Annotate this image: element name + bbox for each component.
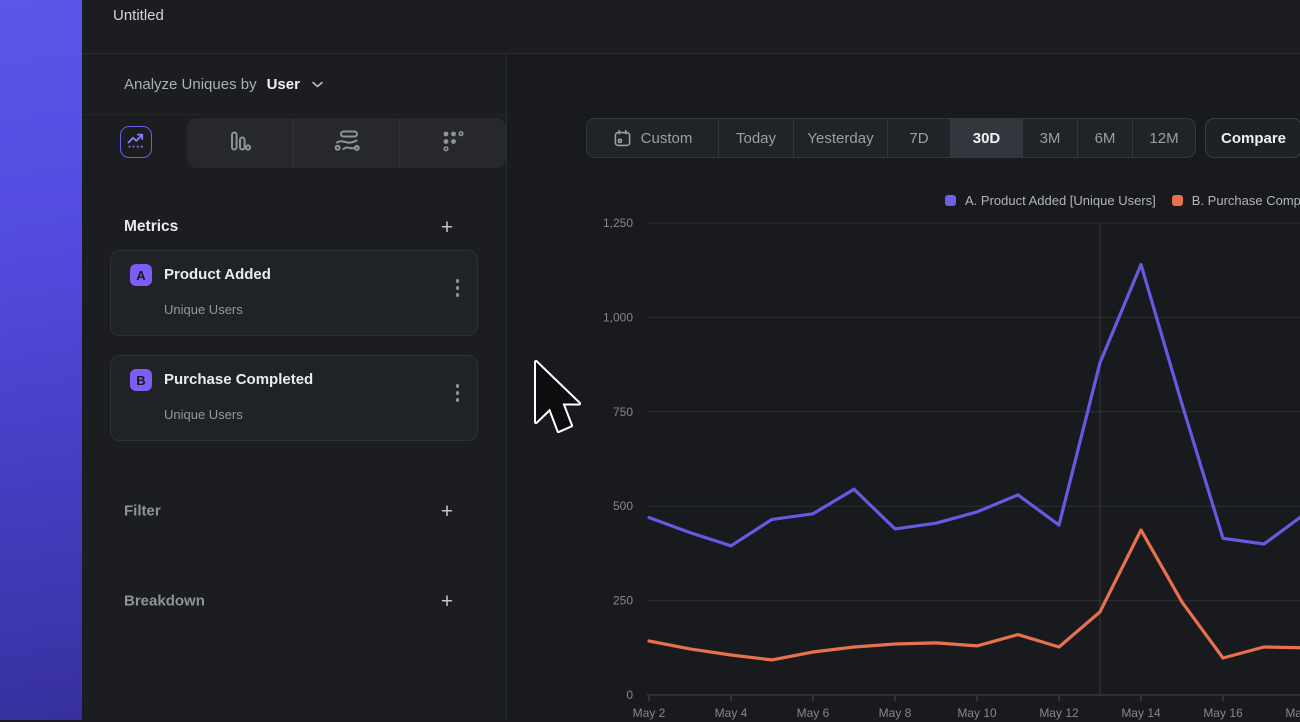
range-button-12m[interactable]: 12M (1132, 119, 1195, 157)
calendar-icon (613, 129, 632, 148)
compare-button[interactable]: Compare (1205, 118, 1300, 158)
x-axis-tick-label: May 10 (957, 706, 997, 720)
y-axis-tick-label: 1,250 (603, 216, 633, 230)
legend-swatch (1172, 195, 1183, 206)
x-axis-tick-label: May 18 (1285, 706, 1300, 720)
kebab-menu-icon[interactable] (454, 382, 462, 404)
x-axis-tick-label: May 12 (1039, 706, 1079, 720)
tab-bar-chart[interactable] (187, 118, 293, 168)
range-button-today[interactable]: Today (718, 119, 793, 157)
range-button-6m[interactable]: 6M (1077, 119, 1132, 157)
metric-measure: Unique Users (164, 407, 243, 422)
chart-panel: Custom Today Yesterday 7D 30D 3M 6M 12M Compare… (508, 54, 1300, 720)
chart-type-tabs (82, 118, 506, 168)
analyze-by-dropdown[interactable]: User (267, 76, 300, 93)
add-metric-button[interactable]: + (437, 217, 457, 237)
bar-chart-icon (228, 129, 252, 158)
y-axis-tick-label: 1,000 (603, 310, 633, 324)
breakdown-title: Breakdown (124, 593, 205, 610)
range-button-label: 7D (909, 130, 928, 147)
x-axis-tick-label: May 6 (797, 706, 830, 720)
range-button-label: Yesterday (807, 130, 873, 147)
retention-grid-icon (441, 129, 465, 158)
range-button-label: Custom (641, 130, 693, 147)
chart-legend: A. Product Added [Unique Users] B. Purcha… (945, 193, 1300, 208)
range-button-label: 3M (1040, 130, 1061, 147)
range-button-label: 30D (973, 130, 1001, 147)
metric-name: Purchase Completed (164, 371, 313, 388)
range-button-30d[interactable]: 30D (950, 119, 1022, 157)
range-button-label: 12M (1149, 130, 1178, 147)
range-button-label: Today (736, 130, 776, 147)
page-gradient-strip (0, 0, 82, 720)
legend-item[interactable]: A. Product Added [Unique Users] (945, 193, 1156, 208)
tab-line-chart[interactable] (120, 126, 152, 158)
filter-title: Filter (124, 503, 161, 520)
metric-name: Product Added (164, 266, 271, 283)
legend-label: A. Product Added [Unique Users] (965, 193, 1156, 208)
chevron-down-icon[interactable] (312, 81, 323, 88)
metric-card-product-added[interactable]: A Product Added Unique Users (110, 250, 478, 336)
kebab-menu-icon[interactable] (454, 277, 462, 299)
metric-letter-badge: A (130, 264, 152, 286)
series-line-purchase-completed (649, 530, 1300, 660)
metric-card-list: A Product Added Unique Users B Purchase Comp… (110, 250, 478, 441)
metrics-title: Metrics (124, 218, 178, 236)
metrics-header: Metrics + (110, 204, 478, 250)
add-filter-button[interactable]: + (437, 501, 457, 521)
legend-swatch (945, 195, 956, 206)
x-axis-tick-label: May 14 (1121, 706, 1161, 720)
x-axis-tick-label: May 8 (879, 706, 912, 720)
metric-measure: Unique Users (164, 302, 243, 317)
range-button-custom[interactable]: Custom (587, 119, 718, 157)
top-bar: Untitled (82, 0, 1300, 54)
y-axis-tick-label: 0 (626, 688, 633, 702)
x-axis-tick-label: May 4 (715, 706, 748, 720)
metrics-section: Metrics + A Product Added Unique Users B Pur… (110, 204, 478, 460)
add-breakdown-button[interactable]: + (437, 591, 457, 611)
analyze-by-label: Analyze Uniques by (124, 76, 257, 93)
analyze-by-row: Analyze Uniques by User (82, 54, 506, 115)
x-axis-tick-label: May 2 (633, 706, 666, 720)
query-sidebar: Analyze Uniques by User (82, 54, 507, 720)
breakdown-section: Breakdown + (82, 584, 506, 618)
series-line-product-added (649, 265, 1300, 546)
range-button-yesterday[interactable]: Yesterday (793, 119, 887, 157)
legend-label: B. Purchase Completed [Unique Users] (1192, 193, 1300, 208)
y-axis-tick-label: 500 (613, 499, 633, 513)
filter-section: Filter + (82, 494, 506, 528)
range-button-label: 6M (1095, 130, 1116, 147)
line-chart[interactable]: 0 250 500 750 1,000 1,250 May 2 May 4 May 6 May 8… (508, 210, 1300, 722)
y-axis-tick-label: 250 (613, 594, 633, 608)
x-axis-tick-label: May 16 (1203, 706, 1243, 720)
report-title[interactable]: Untitled (113, 7, 164, 24)
range-button-3m[interactable]: 3M (1022, 119, 1077, 157)
flow-icon (334, 129, 360, 158)
metric-letter-badge: B (130, 369, 152, 391)
y-axis-tick-label: 750 (613, 405, 633, 419)
tab-flow[interactable] (293, 118, 400, 168)
chart-type-tab-group (187, 118, 506, 168)
tab-retention-grid[interactable] (399, 118, 506, 168)
line-chart-icon (127, 131, 145, 154)
date-range-selector: Custom Today Yesterday 7D 30D 3M 6M 12M (586, 118, 1196, 158)
metric-card-purchase-completed[interactable]: B Purchase Completed Unique Users (110, 355, 478, 441)
legend-item[interactable]: B. Purchase Completed [Unique Users] (1172, 193, 1300, 208)
range-button-7d[interactable]: 7D (887, 119, 950, 157)
